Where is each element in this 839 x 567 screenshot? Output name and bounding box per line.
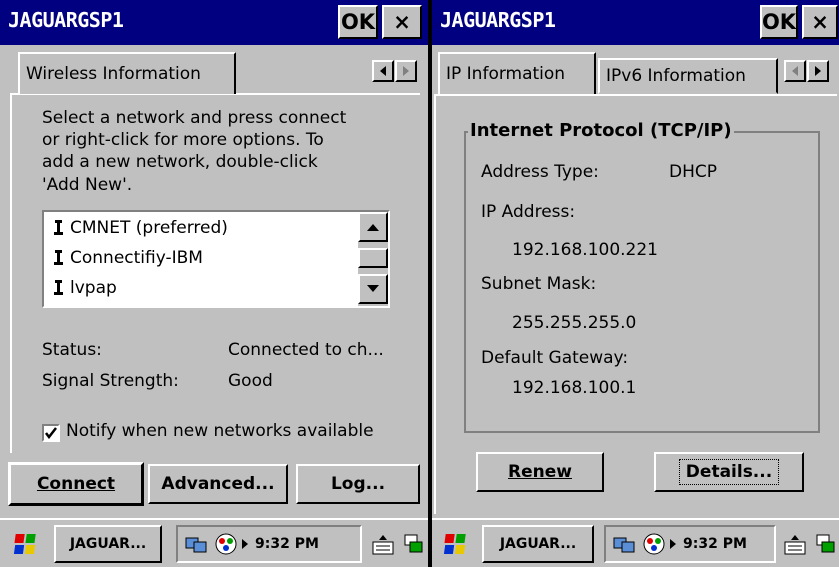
notify-checkbox[interactable] (42, 424, 60, 442)
windows-flag-icon (13, 534, 36, 554)
signal-strength-label: Signal Strength: (42, 371, 179, 391)
network-tray-icon[interactable] (612, 532, 638, 556)
address-type-value: DHCP (669, 162, 717, 182)
taskbar-app-label: JAGUAR... (69, 536, 147, 552)
tab-ipv6-information-label: IPv6 Information (606, 66, 746, 86)
left-taskbar: JAGUAR... 9:32 PM (0, 518, 428, 567)
switch-windows-icon (816, 534, 835, 553)
details-button-label: Details... (678, 459, 780, 485)
wireless-tray-icon[interactable] (642, 532, 666, 556)
network-tray-icon[interactable] (184, 532, 210, 556)
ip-address-label: IP Address: (481, 202, 576, 222)
tab-ip-information[interactable]: IP Information (438, 52, 596, 94)
right-tab-scroll-left-button[interactable] (784, 60, 806, 82)
right-title-bar: JAGUARGSP1 OK × (432, 0, 839, 45)
instruction-line-1: Select a network and press connect (42, 108, 347, 128)
switch-windows-icon (404, 534, 423, 553)
list-item[interactable]: lvpap (52, 278, 117, 298)
instruction-line-2: or right-click for more options. To (42, 130, 324, 150)
tab-ipv6-information[interactable]: IPv6 Information (598, 58, 778, 94)
switch-windows-button[interactable] (402, 525, 426, 563)
network-antenna-icon (54, 280, 63, 295)
right-close-button[interactable]: × (802, 5, 838, 39)
address-type-label: Address Type: (481, 162, 599, 182)
clock: 9:32 PM (255, 536, 319, 552)
default-gateway-label: Default Gateway: (481, 348, 629, 368)
signal-strength-value: Good (228, 371, 273, 391)
network-name: CMNET (preferred) (70, 218, 228, 238)
arrow-right-icon (815, 66, 821, 76)
scroll-down-button[interactable] (358, 274, 388, 304)
default-gateway-value: 192.168.100.1 (512, 378, 637, 398)
right-ok-button[interactable]: OK (760, 5, 798, 39)
scroll-up-button[interactable] (358, 212, 388, 242)
advanced-button[interactable]: Advanced... (148, 464, 288, 504)
left-title-bar: JAGUARGSP1 OK × (0, 0, 428, 45)
left-close-button[interactable]: × (382, 5, 422, 39)
windows-flag-icon (443, 534, 466, 554)
network-name: lvpap (70, 278, 117, 298)
tab-wireless-information-label: Wireless Information (26, 64, 201, 84)
network-name: Connectifiy-IBM (70, 248, 203, 268)
taskbar-app-label: JAGUAR... (499, 536, 577, 552)
arrow-down-icon (367, 285, 379, 292)
subnet-mask-value: 255.255.255.0 (512, 313, 637, 333)
network-list[interactable]: CMNET (preferred) Connectifiy-IBM lvpap (42, 210, 390, 308)
right-window-title: JAGUARGSP1 (440, 8, 556, 32)
network-antenna-icon (54, 220, 63, 235)
connect-button[interactable]: Connect (8, 462, 144, 506)
wireless-tray-icon[interactable] (214, 532, 238, 556)
tray-expand-arrow-icon[interactable] (669, 538, 677, 550)
right-tab-scroll-right-button[interactable] (807, 60, 829, 82)
keyboard-icon (784, 535, 806, 555)
details-button[interactable]: Details... (654, 452, 804, 492)
clock: 9:32 PM (683, 536, 747, 552)
list-item[interactable]: CMNET (preferred) (52, 218, 228, 238)
ip-address-value: 192.168.100.221 (512, 240, 659, 260)
checkmark-icon (45, 427, 57, 439)
taskbar-app-button[interactable]: JAGUAR... (54, 525, 162, 563)
instruction-line-4: 'Add New'. (42, 175, 133, 195)
left-ok-button[interactable]: OK (338, 5, 378, 39)
network-list-scrollbar[interactable] (358, 212, 388, 306)
system-tray: 9:32 PM (604, 525, 776, 563)
list-item[interactable]: Connectifiy-IBM (52, 248, 203, 268)
tab-ip-information-label: IP Information (446, 64, 566, 84)
right-device-window: JAGUARGSP1 OK × IP Information IPv6 Info… (432, 0, 839, 567)
start-button[interactable] (6, 525, 46, 563)
left-tab-scroll-left-button[interactable] (372, 60, 394, 82)
left-tab-scroll-right-button[interactable] (395, 60, 417, 82)
left-window-title: JAGUARGSP1 (8, 8, 124, 32)
subnet-mask-label: Subnet Mask: (481, 274, 597, 294)
left-device-window: JAGUARGSP1 OK × Wireless Information Sel… (0, 0, 428, 567)
switch-windows-button[interactable] (814, 525, 838, 563)
renew-button-label: Renew (508, 462, 572, 482)
arrow-up-icon (367, 224, 379, 231)
advanced-button-label: Advanced... (161, 474, 275, 494)
arrow-right-icon (403, 66, 409, 76)
connect-button-label: Connect (36, 474, 116, 494)
keyboard-icon (372, 535, 394, 555)
log-button-label: Log... (330, 474, 386, 494)
status-label: Status: (42, 340, 102, 360)
network-antenna-icon (54, 250, 63, 265)
keyboard-button[interactable] (780, 525, 810, 563)
instruction-line-3: add a new network, double-click (42, 152, 318, 172)
keyboard-button[interactable] (368, 525, 398, 563)
taskbar-app-button[interactable]: JAGUAR... (482, 525, 594, 563)
arrow-left-icon (792, 66, 798, 76)
scroll-thumb[interactable] (358, 248, 388, 268)
arrow-left-icon (380, 66, 386, 76)
renew-button[interactable]: Renew (476, 452, 604, 492)
start-button[interactable] (436, 525, 476, 563)
log-button[interactable]: Log... (296, 464, 420, 504)
tab-wireless-information[interactable]: Wireless Information (18, 52, 236, 94)
right-taskbar: JAGUAR... 9:32 PM (432, 518, 839, 567)
status-value: Connected to ch... (228, 340, 384, 360)
notify-label: Notify when new networks available (66, 421, 374, 441)
tray-expand-arrow-icon[interactable] (241, 538, 249, 550)
tcpip-group-title: Internet Protocol (TCP/IP) (468, 120, 734, 141)
system-tray: 9:32 PM (176, 525, 362, 563)
